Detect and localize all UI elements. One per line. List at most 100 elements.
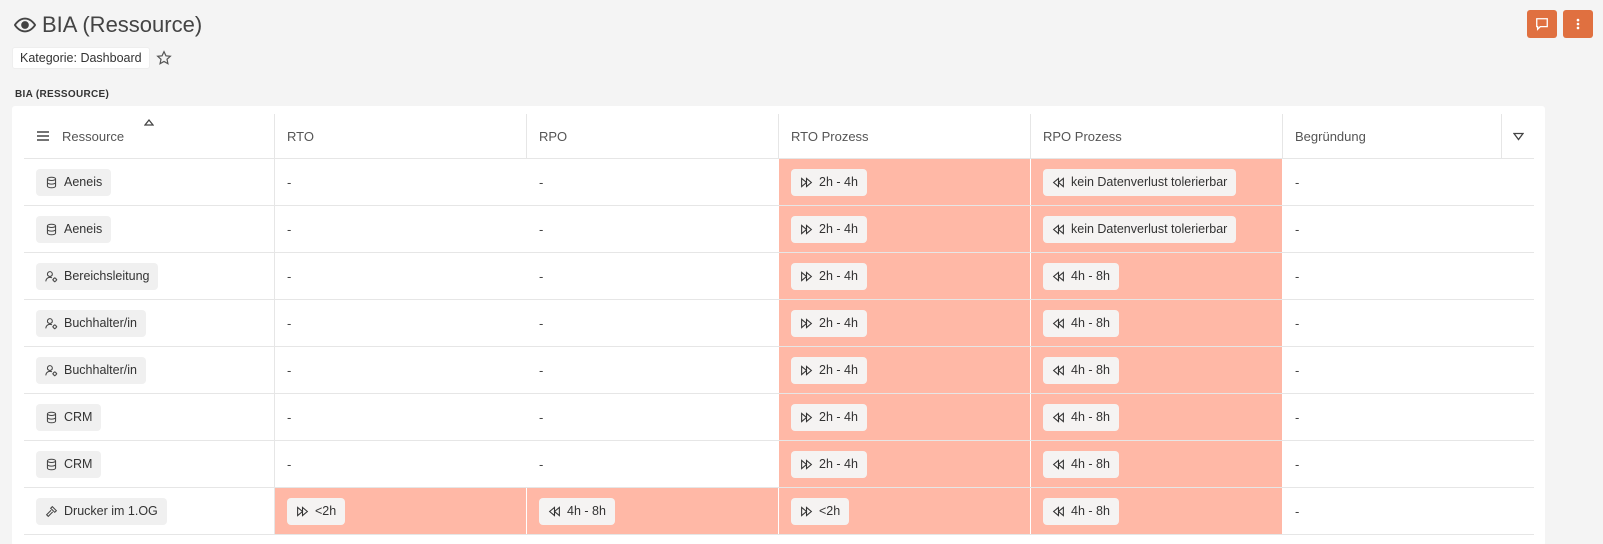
cell-spacer xyxy=(1502,300,1534,346)
table-row[interactable]: Aeneis - - 2h - 4h kein Datenverlust tolerie… xyxy=(24,206,1534,253)
table-row[interactable]: Drucker im 1.OG <2h 4h - 8h <2h 4h - 8h - xyxy=(24,488,1534,535)
fast-forward-icon xyxy=(800,270,813,283)
rewind-icon xyxy=(1052,411,1065,424)
cell-begruendung: - xyxy=(1283,488,1502,534)
empty-value: - xyxy=(1295,268,1300,284)
value-chip: 2h - 4h xyxy=(791,262,867,290)
value-chip: kein Datenverlust tolerierbar xyxy=(1043,215,1237,243)
resource-chip[interactable]: Aeneis xyxy=(36,215,112,243)
cell-rpo-prozess: kein Datenverlust tolerierbar xyxy=(1031,206,1283,252)
cell-rto: - xyxy=(275,206,527,252)
top-actions xyxy=(1527,10,1593,38)
empty-value: - xyxy=(1295,503,1300,519)
fast-forward-icon xyxy=(296,505,309,518)
cell-rpo-prozess: 4h - 8h xyxy=(1031,253,1283,299)
resource-label: Aeneis xyxy=(64,175,103,189)
value-chip: 2h - 4h xyxy=(791,450,867,478)
value-chip: 4h - 8h xyxy=(1043,497,1119,525)
rewind-icon xyxy=(548,505,561,518)
empty-value: - xyxy=(1295,362,1300,378)
cell-rpo: - xyxy=(527,394,779,440)
cell-rto: - xyxy=(275,253,527,299)
cell-rto-prozess: 2h - 4h xyxy=(779,253,1031,299)
value-label: 4h - 8h xyxy=(1071,410,1110,424)
star-icon[interactable] xyxy=(155,50,172,66)
empty-value: - xyxy=(1295,315,1300,331)
value-chip: 4h - 8h xyxy=(1043,262,1119,290)
table-row[interactable]: CRM - - 2h - 4h 4h - 8h - xyxy=(24,394,1534,441)
rewind-icon xyxy=(1052,176,1065,189)
resource-label: CRM xyxy=(64,457,93,471)
cell-rto-prozess: <2h xyxy=(779,488,1031,534)
empty-value: - xyxy=(539,174,544,190)
cell-rto: - xyxy=(275,394,527,440)
resource-label: Bereichsleitung xyxy=(64,269,150,283)
cell-ressource: Aeneis xyxy=(24,159,275,205)
cell-rto: - xyxy=(275,347,527,393)
cell-begruendung: - xyxy=(1283,253,1502,299)
category-chip[interactable]: Kategorie: Dashboard xyxy=(12,47,150,69)
value-label: 2h - 4h xyxy=(819,457,858,471)
resource-chip[interactable]: CRM xyxy=(36,403,102,431)
header-ressource[interactable]: Ressource xyxy=(24,114,275,158)
cell-spacer xyxy=(1502,253,1534,299)
value-label: 2h - 4h xyxy=(819,222,858,236)
resource-chip[interactable]: CRM xyxy=(36,450,102,478)
cell-begruendung: - xyxy=(1283,347,1502,393)
table-row[interactable]: Aeneis - - 2h - 4h kein Datenverlust tolerie… xyxy=(24,159,1534,206)
header-rpo-prozess[interactable]: RPO Prozess xyxy=(1031,114,1283,158)
table-row[interactable]: CRM - - 2h - 4h 4h - 8h - xyxy=(24,441,1534,488)
header-rto-prozess[interactable]: RTO Prozess xyxy=(779,114,1031,158)
resource-chip[interactable]: Buchhalter/in xyxy=(36,309,146,337)
resource-chip[interactable]: Buchhalter/in xyxy=(36,356,146,384)
menu-icon[interactable] xyxy=(36,129,50,143)
rewind-icon xyxy=(1052,317,1065,330)
more-vertical-icon xyxy=(1576,18,1580,30)
resource-chip[interactable]: Bereichsleitung xyxy=(36,262,159,290)
user-gear-icon xyxy=(45,317,58,330)
cell-rpo: 4h - 8h xyxy=(527,488,779,534)
header-rto[interactable]: RTO xyxy=(275,114,527,158)
database-icon xyxy=(45,223,58,236)
table-row[interactable]: Buchhalter/in - - 2h - 4h 4h - 8h - xyxy=(24,300,1534,347)
header-rpo[interactable]: RPO xyxy=(527,114,779,158)
cell-rpo: - xyxy=(527,253,779,299)
resource-chip[interactable]: Aeneis xyxy=(36,168,112,196)
cell-rpo: - xyxy=(527,206,779,252)
sort-ascending-icon[interactable] xyxy=(144,118,154,126)
rewind-icon xyxy=(1052,505,1065,518)
title-row: BIA (Ressource) xyxy=(14,10,202,40)
header-begruendung[interactable]: Begründung xyxy=(1283,114,1502,158)
value-label: kein Datenverlust tolerierbar xyxy=(1071,175,1228,189)
data-grid: Ressource RTO RPO RTO Prozess RPO Prozes… xyxy=(24,114,1534,535)
empty-value: - xyxy=(539,409,544,425)
cell-ressource: Bereichsleitung xyxy=(24,253,275,299)
empty-value: - xyxy=(539,221,544,237)
header-label: Ressource xyxy=(62,128,125,144)
value-chip: 2h - 4h xyxy=(791,168,867,196)
rewind-icon xyxy=(1052,458,1065,471)
grid-header: Ressource RTO RPO RTO Prozess RPO Prozes… xyxy=(24,114,1534,159)
table-row[interactable]: Bereichsleitung - - 2h - 4h 4h - 8h - xyxy=(24,253,1534,300)
cell-rpo-prozess: 4h - 8h xyxy=(1031,488,1283,534)
cell-rpo: - xyxy=(527,441,779,487)
table-row[interactable]: Buchhalter/in - - 2h - 4h 4h - 8h - xyxy=(24,347,1534,394)
cell-spacer xyxy=(1502,206,1534,252)
category-row: Kategorie: Dashboard xyxy=(12,47,172,69)
empty-value: - xyxy=(287,362,292,378)
more-options-button[interactable] xyxy=(1563,10,1593,38)
cell-ressource: CRM xyxy=(24,441,275,487)
cell-rpo-prozess: 4h - 8h xyxy=(1031,347,1283,393)
cell-rpo: - xyxy=(527,159,779,205)
value-label: kein Datenverlust tolerierbar xyxy=(1071,222,1228,236)
cell-spacer xyxy=(1502,488,1534,534)
cell-rpo-prozess: 4h - 8h xyxy=(1031,394,1283,440)
rewind-icon xyxy=(1052,364,1065,377)
comment-button[interactable] xyxy=(1527,10,1557,38)
resource-chip[interactable]: Drucker im 1.OG xyxy=(36,497,167,525)
user-gear-icon xyxy=(45,364,58,377)
cell-spacer xyxy=(1502,441,1534,487)
value-label: 2h - 4h xyxy=(819,175,858,189)
filter-caret-icon[interactable] xyxy=(1512,132,1524,141)
header-filter[interactable] xyxy=(1502,114,1534,158)
